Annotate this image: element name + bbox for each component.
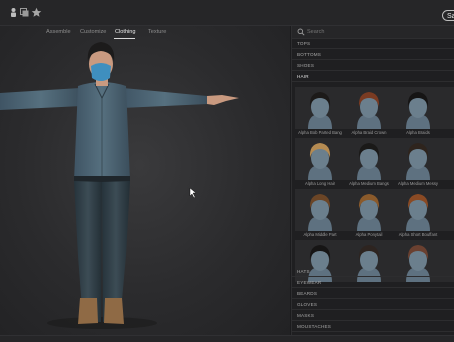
- category-bottoms[interactable]: BOTTOMS: [292, 50, 454, 60]
- hair-thumbnail: [295, 189, 345, 231]
- hair-label: Alpha: [442, 232, 454, 237]
- hair-label: Alpha Ponytail: [355, 232, 383, 237]
- hair-label: Alpha Bob Parted Bang: [298, 130, 342, 135]
- hair-label: Alpha: [442, 130, 454, 135]
- category-hats[interactable]: HATS: [292, 267, 454, 277]
- hair-thumbnail: [344, 189, 394, 231]
- category-masks[interactable]: MASKS: [292, 311, 454, 321]
- tab-bar: Assemble Customize Clothing Texture: [0, 26, 290, 40]
- hair-label: Alpha Medium Messy: [397, 181, 439, 186]
- person-icon[interactable]: [8, 7, 19, 18]
- category-eyewear[interactable]: EYEWEAR: [292, 278, 454, 288]
- layers-icon[interactable]: [19, 7, 30, 18]
- hair-item[interactable]: Alpha: [442, 87, 454, 139]
- hair-label: Alpha M: [442, 181, 454, 186]
- hair-thumbnail: [442, 189, 454, 231]
- search-bar: [292, 26, 454, 39]
- hair-item[interactable]: Alpha Long Hair: [295, 138, 345, 190]
- top-toolbar: Sa: [0, 0, 454, 26]
- hair-thumbnail: [295, 87, 345, 129]
- star-icon[interactable]: [31, 7, 42, 18]
- save-button[interactable]: Sa: [442, 10, 454, 21]
- hair-item[interactable]: Alpha Medium Bangs: [344, 138, 394, 190]
- hair-thumbnail: [442, 138, 454, 180]
- hair-thumbnail: [442, 87, 454, 129]
- hair-thumbnail: [393, 138, 443, 180]
- category-gloves[interactable]: GLOVES: [292, 300, 454, 310]
- hair-label: Alpha Middle Part: [303, 232, 337, 237]
- tab-assemble[interactable]: Assemble: [46, 29, 71, 35]
- active-tab-indicator: [114, 38, 135, 39]
- category-tops[interactable]: TOPS: [292, 39, 454, 49]
- search-input[interactable]: [307, 27, 447, 37]
- hair-item[interactable]: Alpha Bob Parted Bang: [295, 87, 345, 139]
- hair-item[interactable]: Alpha Braid Crown: [344, 87, 394, 139]
- character-viewport[interactable]: [0, 26, 290, 335]
- hair-label: Alpha Braid Crown: [351, 130, 387, 135]
- tab-clothing[interactable]: Clothing: [115, 29, 136, 35]
- hair-thumbnail: [344, 87, 394, 129]
- hair-item[interactable]: Alpha M: [442, 138, 454, 190]
- hair-thumbnail: [393, 87, 443, 129]
- hair-item[interactable]: Alpha Braids: [393, 87, 443, 139]
- hair-thumbnail: [344, 138, 394, 180]
- hair-label: Alpha Braids: [406, 130, 430, 135]
- hair-item[interactable]: Alpha Middle Part: [295, 189, 345, 241]
- hair-item[interactable]: Alpha Medium Messy: [393, 138, 443, 190]
- category-hair[interactable]: HAIR: [292, 72, 454, 82]
- category-moustaches[interactable]: MOUSTACHES: [292, 322, 454, 332]
- hair-item[interactable]: Alpha Ponytail: [344, 189, 394, 241]
- hair-thumbnail: [295, 138, 345, 180]
- hair-label: Alpha Medium Bangs: [349, 181, 389, 186]
- asset-panel: TOPS BOTTOMS SHOES HAIR Alpha Bob Parted…: [291, 26, 454, 335]
- hair-item[interactable]: Alpha: [442, 189, 454, 241]
- category-beards[interactable]: BEARDS: [292, 289, 454, 299]
- search-icon: [297, 28, 305, 36]
- hair-grid: Alpha Bob Parted Bang Alpha Braid Crown Al…: [292, 84, 454, 294]
- hair-label: Alpha Long Hair: [304, 181, 336, 186]
- hair-item[interactable]: Alpha Short Bouffant: [393, 189, 443, 241]
- hair-label: Alpha Short Bouffant: [398, 232, 438, 237]
- hair-thumbnail: [393, 189, 443, 231]
- character-model: [0, 42, 239, 329]
- category-shoes[interactable]: SHOES: [292, 61, 454, 71]
- tab-texture[interactable]: Texture: [148, 29, 166, 35]
- tab-customize[interactable]: Customize: [80, 29, 106, 35]
